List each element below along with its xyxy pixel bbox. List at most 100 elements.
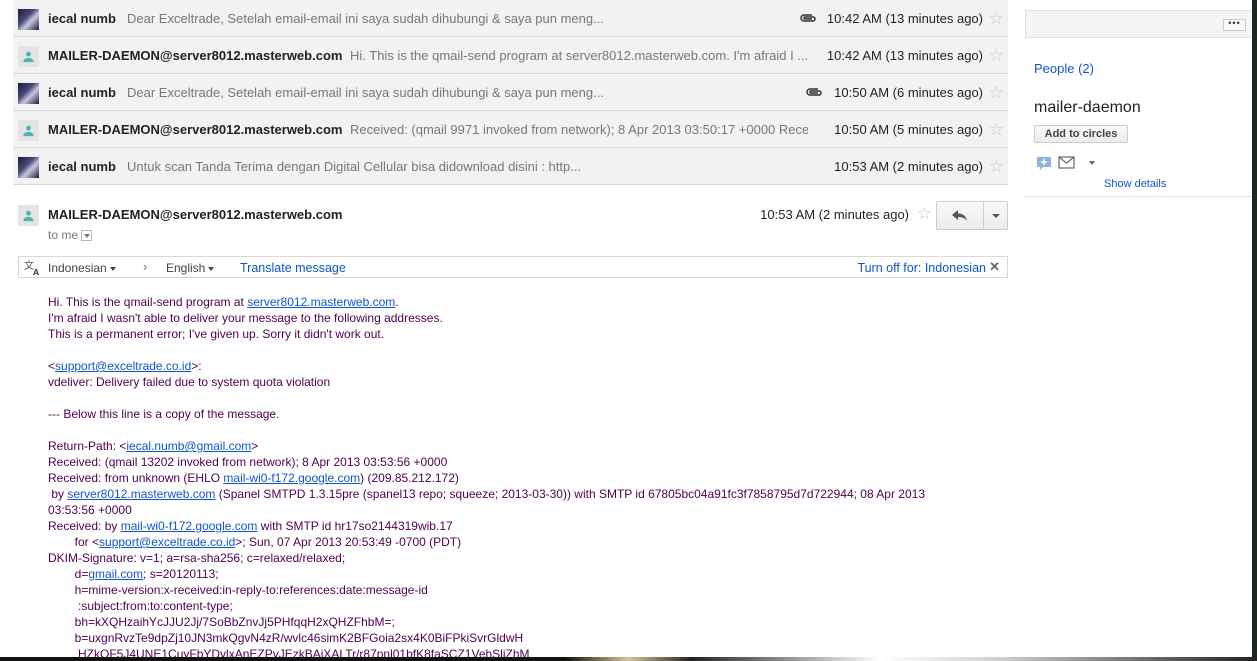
person-icon <box>23 210 34 222</box>
translate-message-link[interactable]: Translate message <box>240 261 346 275</box>
translate-icon: 文 A <box>24 259 40 276</box>
person-icon <box>23 51 34 63</box>
expanded-time: 10:53 AM (2 minutes ago) <box>760 207 909 222</box>
body-line: Received: (qmail 13202 invoked from netw… <box>48 455 448 469</box>
sender-photo <box>18 157 39 178</box>
star-icon[interactable]: ☆ <box>989 9 1004 29</box>
more-actions-button[interactable] <box>984 201 1008 230</box>
row-sender: MAILER-DAEMON@server8012.masterweb.com <box>48 48 343 63</box>
recipient-line[interactable]: to me <box>48 228 93 242</box>
star-icon[interactable]: ☆ <box>989 83 1004 103</box>
message-row[interactable]: MAILER-DAEMON@server8012.masterweb.com Re… <box>13 111 1008 148</box>
row-time: 10:42 AM (13 minutes ago) <box>826 11 983 26</box>
translate-bar: 文 A Indonesian › English Translate messa… <box>18 256 1008 278</box>
body-line: This is a permanent error; I've given up… <box>48 327 385 341</box>
body-line: by server8012.masterweb.com (Spanel SMTP… <box>48 487 926 501</box>
recipient-text: to me <box>48 228 79 242</box>
row-sender: iecal numb <box>48 85 116 100</box>
domain-link[interactable]: gmail.com <box>88 567 143 581</box>
row-snippet: Dear Exceltrade, Setelah email-email ini… <box>127 11 604 26</box>
sender-photo <box>18 9 39 30</box>
target-language-dropdown[interactable]: English <box>166 261 215 275</box>
body-line: Received: by mail-wi0-f172.google.com wi… <box>48 519 453 533</box>
contact-name: mailer-daemon <box>1034 99 1141 116</box>
body-line: Hi. This is the qmail-send program at se… <box>48 295 399 309</box>
row-time: 10:50 AM (5 minutes ago) <box>834 122 983 137</box>
close-icon[interactable]: ✕ <box>989 259 1000 275</box>
sender-avatar <box>18 120 39 141</box>
message-row[interactable]: iecal numb Untuk scan Tanda Terima dengan… <box>13 148 1008 185</box>
chevron-right-icon: › <box>143 259 148 274</box>
expanded-sender[interactable]: MAILER-DAEMON@server8012.masterweb.com <box>48 207 342 222</box>
row-snippet: Untuk scan Tanda Terima dengan Digital C… <box>127 159 582 174</box>
row-sender: iecal numb <box>48 11 116 26</box>
show-details-link[interactable]: Show details <box>1104 178 1166 190</box>
row-time: 10:42 AM (13 minutes ago) <box>826 48 983 63</box>
row-sender: iecal numb <box>48 159 116 174</box>
dropdown-caret-icon <box>208 266 215 271</box>
message-row[interactable]: MAILER-DAEMON@server8012.masterweb.com Hi… <box>13 37 1008 74</box>
star-icon[interactable]: ☆ <box>989 120 1004 140</box>
email-link[interactable]: support@exceltrade.co.id <box>55 359 191 373</box>
more-options-button[interactable]: ••• <box>1223 19 1246 31</box>
add-to-circles-button[interactable]: Add to circles <box>1034 125 1128 143</box>
message-row[interactable]: iecal numb Dear Exceltrade, Setelah email… <box>13 0 1008 37</box>
row-snippet: Hi. This is the qmail-send program at se… <box>350 48 808 63</box>
svg-text:A: A <box>33 268 40 276</box>
reply-arrow-icon <box>952 209 967 221</box>
row-snippet: Dear Exceltrade, Setelah email-email ini… <box>127 85 604 100</box>
divider <box>1025 196 1252 197</box>
body-line: :subject:from:to:content-type; <box>48 599 233 613</box>
row-time: 10:50 AM (6 minutes ago) <box>834 85 983 100</box>
sender-avatar <box>18 46 39 67</box>
body-line: d=gmail.com; s=20120113; <box>48 567 219 581</box>
people-widget-toolbar: ••• <box>1025 10 1252 38</box>
body-line: for <support@exceltrade.co.id>; Sun, 07 … <box>48 535 462 549</box>
body-line: <support@exceltrade.co.id>: <box>48 359 202 373</box>
body-line: HZkQF5J4UNE1CuyFbYDylxAnEZPyJEzkBAiXALTr… <box>48 647 530 657</box>
star-icon[interactable]: ☆ <box>989 157 1004 177</box>
show-details-caret-icon[interactable] <box>81 230 93 242</box>
body-line: Return-Path: <iecal.numb@gmail.com> <box>48 439 259 453</box>
row-sender: MAILER-DAEMON@server8012.masterweb.com <box>48 122 343 137</box>
add-chat-icon[interactable] <box>1037 157 1051 170</box>
people-count-link[interactable]: People (2) <box>1034 61 1094 76</box>
dropdown-caret-icon <box>109 266 116 271</box>
star-icon[interactable]: ☆ <box>917 204 932 224</box>
window-edge <box>1252 0 1257 661</box>
message-row[interactable]: iecal numb Dear Exceltrade, Setelah email… <box>13 74 1008 111</box>
body-line: DKIM-Signature: v=1; a=rsa-sha256; c=rel… <box>48 551 346 565</box>
email-icon[interactable] <box>1058 156 1075 169</box>
body-line: bh=kXQHzaihYcJJU2Jj/7SoBbZnvJj5PHfqqH2xQ… <box>48 615 395 629</box>
person-icon <box>23 125 34 137</box>
body-line: vdeliver: Delivery failed due to system … <box>48 375 331 389</box>
body-line: I'm afraid I wasn't able to deliver your… <box>48 311 443 325</box>
body-line: Received: from unknown (EHLO mail-wi0-f1… <box>48 471 459 485</box>
body-line: 03:53:56 +0000 <box>48 503 132 517</box>
host-link[interactable]: server8012.masterweb.com <box>67 487 215 501</box>
reply-button[interactable] <box>936 201 984 230</box>
turn-off-translation-link[interactable]: Turn off for: Indonesian <box>857 261 986 275</box>
server-link[interactable]: server8012.masterweb.com <box>247 295 395 309</box>
host-link[interactable]: mail-wi0-f172.google.com <box>121 519 258 533</box>
conversation-thread: iecal numb Dear Exceltrade, Setelah email… <box>13 0 1008 657</box>
source-language-dropdown[interactable]: Indonesian <box>48 261 116 275</box>
body-line: h=mime-version:x-received:in-reply-to:re… <box>48 583 428 597</box>
expanded-message-header: MAILER-DAEMON@server8012.masterweb.com t… <box>13 196 1008 256</box>
attachment-icon <box>806 88 822 96</box>
email-link[interactable]: support@exceltrade.co.id <box>99 535 235 549</box>
host-link[interactable]: mail-wi0-f172.google.com <box>223 471 360 485</box>
chevron-down-icon[interactable] <box>1089 161 1095 165</box>
target-language-label: English <box>166 261 206 275</box>
row-time: 10:53 AM (2 minutes ago) <box>834 159 983 174</box>
body-line: --- Below this line is a copy of the mes… <box>48 407 280 421</box>
email-link[interactable]: iecal.numb@gmail.com <box>126 439 251 453</box>
row-snippet: Received: (qmail 9971 invoked from netwo… <box>350 122 808 137</box>
body-line: b=uxgnRvzTe9dpZj10JN3mkQgvN4zR/wvlc46sim… <box>48 631 524 645</box>
desktop-background-strip <box>0 657 1257 661</box>
sender-photo <box>18 83 39 104</box>
sender-avatar <box>18 205 39 226</box>
star-icon[interactable]: ☆ <box>989 46 1004 66</box>
message-body: Hi. This is the qmail-send program at se… <box>48 294 1003 657</box>
attachment-icon <box>800 14 816 22</box>
